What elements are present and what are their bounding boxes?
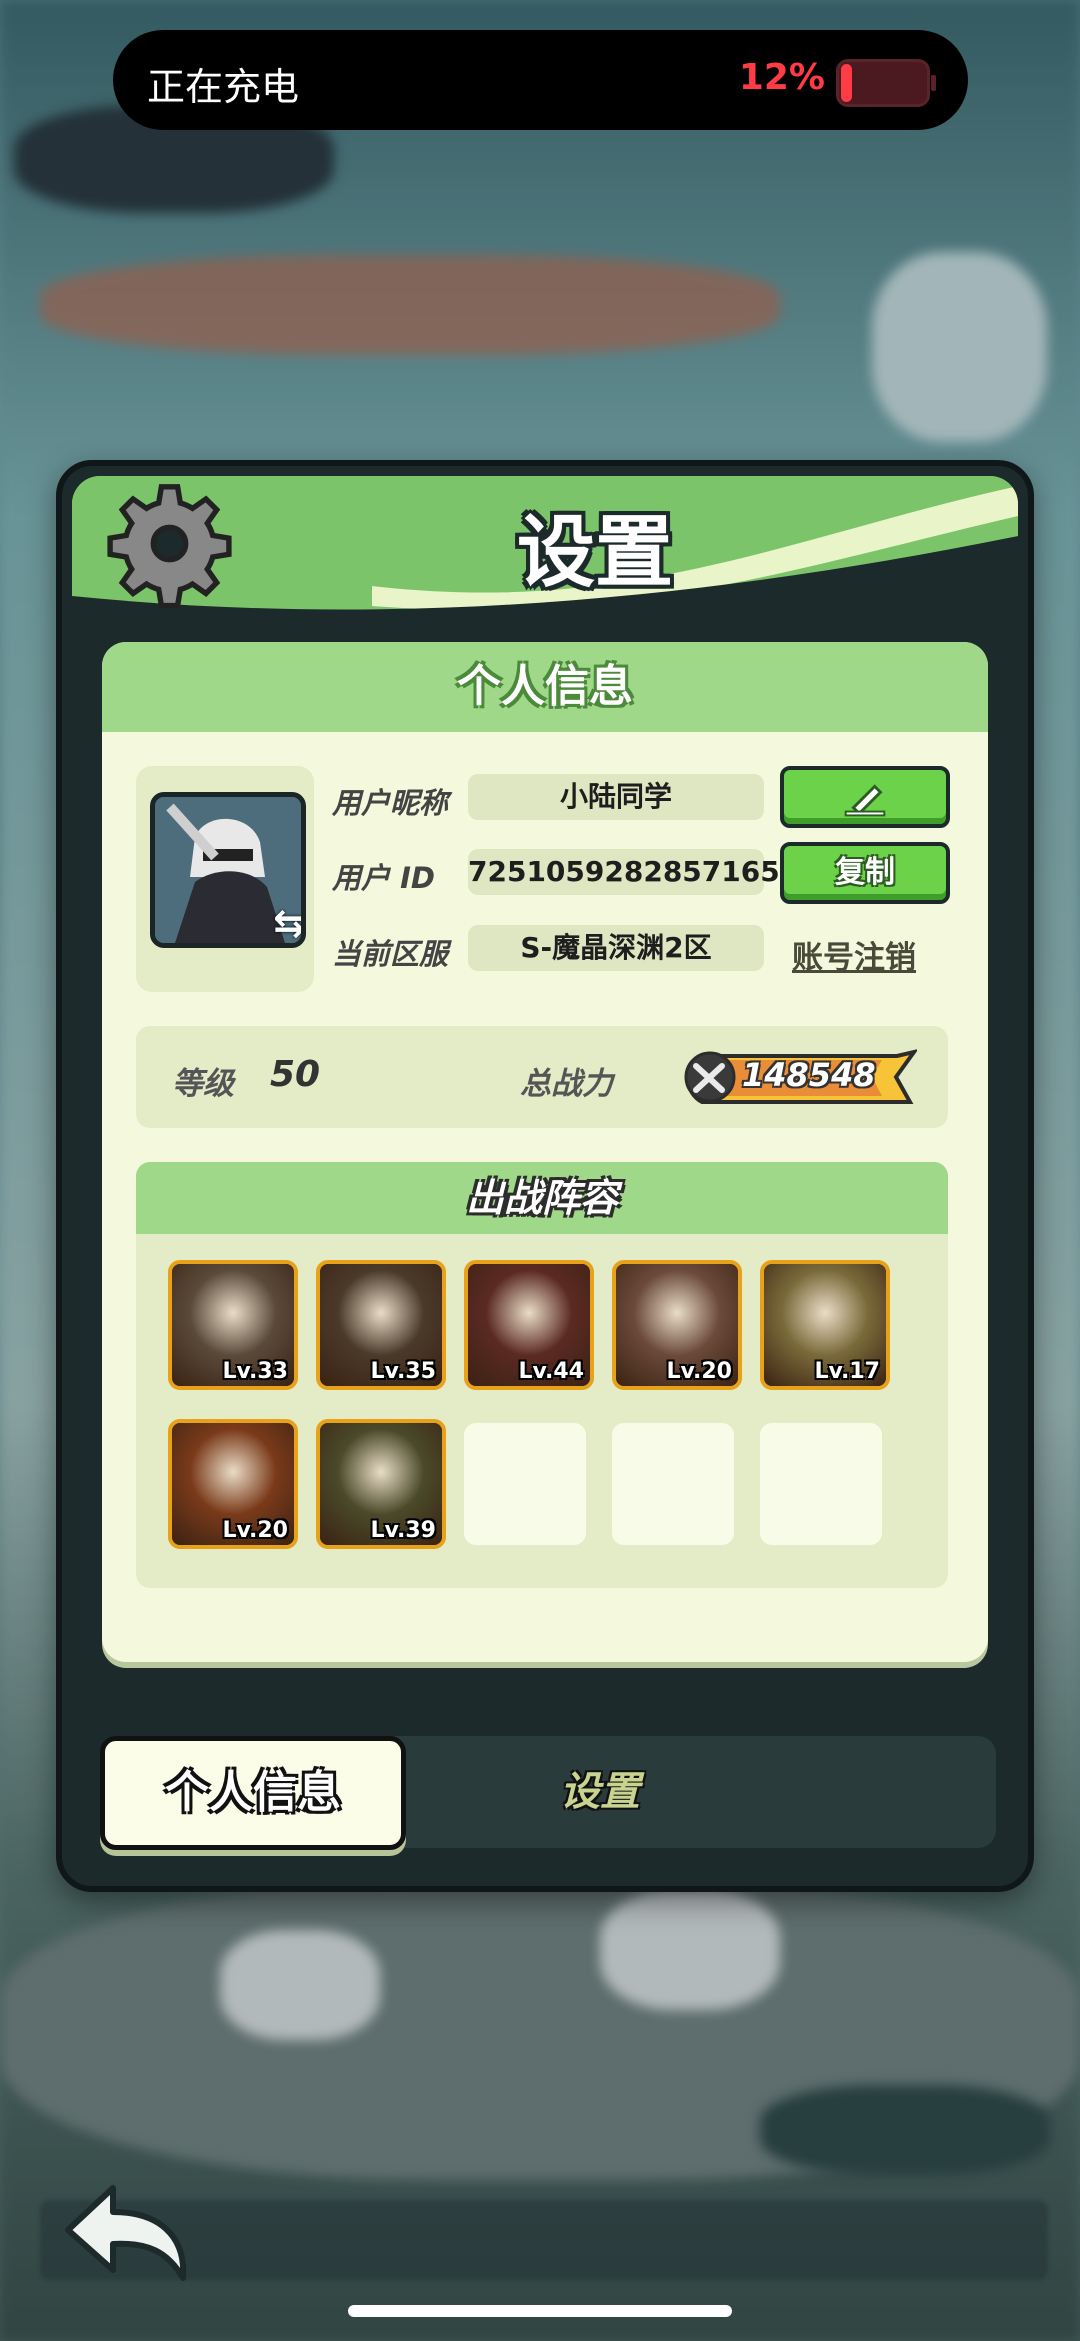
level-label: 等级 xyxy=(172,1066,234,1102)
tab-bar: 个人信息 设置 xyxy=(100,1736,996,1850)
server-label: 当前区服 xyxy=(332,937,449,971)
stats-bar: 等级 50 总战力 148548 xyxy=(136,1026,948,1128)
hero-level: Lv.39 xyxy=(370,1518,436,1543)
avatar-container: ⇆ xyxy=(136,766,314,992)
hero-slot[interactable]: Lv.17 xyxy=(760,1260,890,1390)
charging-text: 正在充电 xyxy=(147,65,300,109)
battery-icon xyxy=(836,59,936,107)
nickname-value: 小陆同学 xyxy=(468,774,764,820)
tab-settings[interactable]: 设置 xyxy=(500,1736,700,1848)
lineup-title: 出战阵容 xyxy=(136,1162,948,1234)
panel-header: 设置 xyxy=(72,476,1018,611)
hero-slot[interactable]: Lv.20 xyxy=(168,1419,298,1549)
hero-slot[interactable]: Lv.33 xyxy=(168,1260,298,1390)
pencil-icon xyxy=(844,783,886,816)
hero-slot[interactable]: Lv.39 xyxy=(316,1419,446,1549)
copy-id-button[interactable]: 复制 xyxy=(780,842,950,904)
user-id-label: 用户 ID xyxy=(332,861,435,895)
battle-lineup: 出战阵容 Lv.33 Lv.35 Lv.44 Lv.20 Lv.17 Lv.20 Lv.39 xyxy=(136,1162,948,1588)
panel-title: 设置 xyxy=(516,508,673,598)
hero-slot[interactable]: Lv.35 xyxy=(316,1260,446,1390)
home-indicator[interactable] xyxy=(348,2305,732,2317)
hero-level: Lv.35 xyxy=(370,1359,436,1384)
hero-level: Lv.20 xyxy=(666,1359,732,1384)
cancel-account-link[interactable]: 账号注销 xyxy=(792,932,916,977)
hero-level: Lv.17 xyxy=(814,1359,880,1384)
edit-nickname-button[interactable] xyxy=(780,766,950,828)
settings-panel: 设置 个人信息 ⇆ 用户昵称 小陆同学 用户 ID 72510592828571… xyxy=(56,460,1034,1892)
hero-level: Lv.33 xyxy=(222,1359,288,1384)
empty-hero-slot[interactable] xyxy=(464,1423,586,1545)
empty-hero-slot[interactable] xyxy=(612,1423,734,1545)
battery-percent: 12% xyxy=(738,57,825,98)
power-label: 总战力 xyxy=(520,1066,613,1102)
section-title: 个人信息 xyxy=(102,642,988,732)
power-value: 148548 xyxy=(742,1056,876,1094)
nickname-label: 用户昵称 xyxy=(332,786,449,820)
back-arrow-icon[interactable] xyxy=(58,2180,193,2285)
hero-slot[interactable]: Lv.44 xyxy=(464,1260,594,1390)
hero-level: Lv.20 xyxy=(222,1518,288,1543)
personal-info-card: 个人信息 ⇆ 用户昵称 小陆同学 用户 ID 7251059282857165 … xyxy=(102,642,988,1662)
level-value: 50 xyxy=(270,1054,321,1095)
avatar[interactable]: ⇆ xyxy=(150,792,306,948)
swap-avatar-icon[interactable]: ⇆ xyxy=(273,901,301,943)
user-id-value: 7251059282857165 xyxy=(468,849,780,895)
server-value: S-魔晶深渊2区 xyxy=(468,925,764,971)
tab-personal-info[interactable]: 个人信息 xyxy=(100,1736,406,1850)
power-badge: 148548 xyxy=(682,1048,917,1106)
hero-level: Lv.44 xyxy=(518,1359,584,1384)
charging-status-pill: 正在充电 12% xyxy=(113,30,968,130)
empty-hero-slot[interactable] xyxy=(760,1423,882,1545)
hero-slot[interactable]: Lv.20 xyxy=(612,1260,742,1390)
